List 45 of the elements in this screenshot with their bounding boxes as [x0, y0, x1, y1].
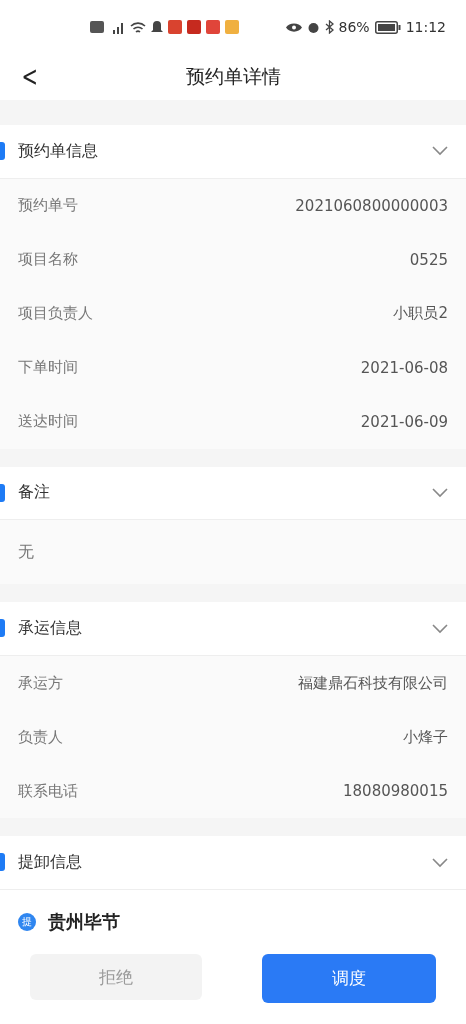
wifi-icon — [130, 20, 146, 34]
field-value: 2021-06-08 — [360, 358, 448, 377]
chevron-down-icon[interactable] — [432, 623, 448, 634]
field-value: 小职员2 — [393, 304, 448, 324]
section-marker — [0, 483, 5, 502]
field-label: 预约单号 — [18, 196, 78, 216]
field-value: 2021060800000003 — [295, 196, 448, 215]
bluetooth-icon — [324, 20, 334, 35]
section-marker — [0, 141, 5, 160]
bell-icon — [151, 20, 163, 35]
section-marker — [0, 853, 5, 872]
place-name: 贵州毕节 — [48, 910, 120, 935]
field-label: 承运方 — [18, 673, 63, 693]
field-value: 0525 — [409, 250, 448, 269]
section-title: 预约单信息 — [18, 140, 99, 162]
dispatch-button[interactable]: 调度 — [262, 954, 436, 1003]
section-header[interactable]: 承运信息 — [0, 602, 466, 657]
chevron-down-icon[interactable] — [432, 146, 448, 157]
section-title: 承运信息 — [18, 618, 83, 640]
back-button[interactable]: < — [18, 62, 41, 91]
section-marker — [0, 619, 5, 638]
field-value: 小烽子 — [403, 727, 448, 747]
battery-percent: 86% — [338, 19, 370, 36]
section-header[interactable]: 提卸信息 — [0, 836, 466, 891]
clock-time: 11:12 — [405, 19, 446, 36]
field-label: 项目名称 — [18, 250, 78, 270]
chevron-down-icon[interactable] — [432, 488, 448, 498]
field-value: 18080980015 — [343, 782, 448, 801]
field-value: 2021-06-09 — [360, 412, 448, 431]
field-label: 联系电话 — [18, 781, 78, 801]
pickup-badge: 提 — [18, 913, 36, 932]
note-text: 无 — [18, 541, 34, 563]
battery-icon — [374, 20, 401, 34]
chevron-down-icon[interactable] — [432, 857, 448, 868]
field-label: 负责人 — [18, 727, 63, 747]
field-label: 下单时间 — [18, 358, 78, 378]
eye-icon — [285, 21, 302, 33]
section-header[interactable]: 备注 — [0, 466, 466, 521]
section-header[interactable]: 预约单信息 — [0, 124, 466, 179]
field-value: 福建鼎石科技有限公司 — [298, 673, 448, 693]
section-title: 备注 — [18, 482, 51, 504]
field-label: 送达时间 — [18, 412, 78, 432]
field-label: 项目负责人 — [18, 304, 93, 324]
page-title: 预约单详情 — [185, 64, 281, 90]
section-title: 提卸信息 — [18, 852, 83, 874]
